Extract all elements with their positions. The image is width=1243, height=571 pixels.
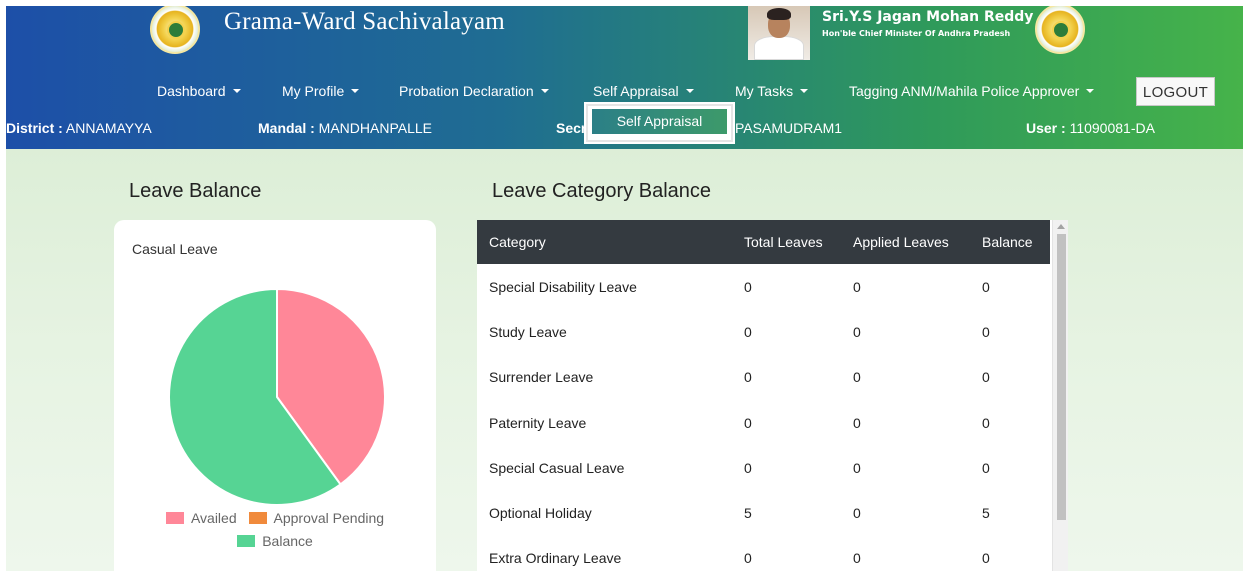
legend-swatch	[165, 512, 184, 524]
cell-total-leaves: 0	[744, 323, 752, 340]
cell-total-leaves: 0	[744, 278, 752, 295]
table-row: Paternity Leave 0 0 0	[477, 400, 1050, 445]
secretariat-info-label: Secr	[556, 120, 587, 136]
cell-category: Study Leave	[489, 323, 567, 340]
cell-balance: 0	[982, 414, 990, 431]
chevron-down-icon	[800, 89, 809, 93]
cm-photo	[748, 6, 810, 60]
table-row: Extra Ordinary Leave 0 0 0	[477, 536, 1050, 571]
cell-total-leaves: 0	[744, 459, 752, 476]
table-header-row: Category Total Leaves Applied Leaves Bal…	[477, 220, 1050, 264]
logout-button[interactable]: LOGOUT	[1136, 77, 1215, 106]
cell-balance: 0	[982, 550, 990, 567]
district-info: District : ANNAMAYYA	[6, 120, 152, 136]
card-title: Casual Leave	[132, 241, 218, 257]
cell-balance: 0	[982, 323, 990, 340]
cell-applied-leaves: 0	[853, 323, 861, 340]
cell-applied-leaves: 0	[853, 550, 861, 567]
cell-total-leaves: 0	[744, 550, 752, 567]
cell-total-leaves: 0	[744, 414, 752, 431]
legend-swatch	[237, 535, 256, 547]
scroll-thumb[interactable]	[1057, 234, 1066, 520]
cell-balance: 0	[982, 278, 990, 295]
leave-balance-title: Leave Balance	[129, 180, 262, 202]
cell-category: Special Disability Leave	[489, 278, 637, 295]
col-total-leaves: Total Leaves	[744, 234, 823, 250]
leave-category-title: Leave Category Balance	[492, 180, 712, 202]
col-balance: Balance	[982, 234, 1033, 250]
chevron-down-icon	[685, 89, 694, 93]
table-row: Special Casual Leave 0 0 0	[477, 445, 1050, 490]
table-row: Surrender Leave 0 0 0	[477, 355, 1050, 400]
page-frame: Grama-Ward Sachivalayam Sri.Y.S Jagan Mo…	[6, 6, 1243, 571]
cm-name: Sri.Y.S Jagan Mohan Reddy	[822, 9, 1034, 25]
nav-self-appraisal[interactable]: Self Appraisal	[593, 83, 694, 99]
cell-category: Paternity Leave	[489, 414, 587, 431]
cell-balance: 5	[982, 505, 990, 522]
cell-applied-leaves: 0	[853, 505, 861, 522]
self-appraisal-dropdown: Self Appraisal	[586, 104, 733, 142]
nav-my-tasks[interactable]: My Tasks	[735, 83, 809, 99]
chart-legend-row1: Availed Approval Pending	[114, 510, 436, 527]
chevron-down-icon	[232, 89, 241, 93]
leave-balance-card: Casual Leave Availed Approval Pending Ba…	[114, 220, 436, 571]
main-nav: Dashboard My Profile Probation Declarati…	[6, 79, 1243, 103]
leave-category-table: Category Total Leaves Applied Leaves Bal…	[477, 220, 1050, 571]
nav-probation-declaration[interactable]: Probation Declaration	[399, 83, 549, 99]
col-applied-leaves: Applied Leaves	[853, 234, 949, 250]
nav-my-profile[interactable]: My Profile	[282, 83, 360, 99]
col-category: Category	[489, 234, 546, 250]
cell-applied-leaves: 0	[853, 414, 861, 431]
chevron-down-icon	[1086, 89, 1095, 93]
cell-applied-leaves: 0	[853, 369, 861, 386]
legend-item-balance[interactable]: Balance	[237, 533, 313, 549]
chart-legend-row2: Balance	[114, 533, 436, 550]
ap-emblem-logo-right	[1035, 6, 1085, 54]
pie-chart	[168, 288, 386, 506]
cell-category: Optional Holiday	[489, 505, 592, 522]
table-row: Special Disability Leave 0 0 0	[477, 264, 1050, 309]
legend-item-availed[interactable]: Availed	[165, 510, 237, 526]
table-row: Study Leave 0 0 0	[477, 309, 1050, 354]
user-info: User : 11090081-DA	[1026, 120, 1155, 136]
table-row: Optional Holiday 5 0 5	[477, 490, 1050, 535]
app-title: Grama-Ward Sachivalayam	[224, 8, 505, 35]
chevron-down-icon	[351, 89, 360, 93]
table-scrollbar[interactable]	[1052, 220, 1068, 571]
legend-swatch	[248, 512, 267, 524]
cell-total-leaves: 0	[744, 369, 752, 386]
cell-total-leaves: 5	[744, 505, 752, 522]
ap-emblem-logo	[150, 6, 200, 54]
cell-balance: 0	[982, 459, 990, 476]
chevron-down-icon	[540, 89, 549, 93]
cell-category: Extra Ordinary Leave	[489, 550, 622, 567]
cm-title: Hon'ble Chief Minister Of Andhra Pradesh	[822, 29, 1011, 38]
nav-tagging-approver[interactable]: Tagging ANM/Mahila Police Approver	[849, 83, 1095, 99]
legend-item-approval-pending[interactable]: Approval Pending	[248, 510, 384, 526]
cell-applied-leaves: 0	[853, 278, 861, 295]
leave-category-table-container: Category Total Leaves Applied Leaves Bal…	[477, 220, 1068, 571]
cell-category: Special Casual Leave	[489, 459, 625, 476]
cell-category: Surrender Leave	[489, 369, 594, 386]
scroll-up-icon[interactable]	[1057, 224, 1065, 229]
dropdown-item-self-appraisal[interactable]: Self Appraisal	[592, 109, 727, 134]
secretariat-info-value: PASAMUDRAM1	[735, 120, 843, 136]
nav-dashboard[interactable]: Dashboard	[157, 83, 241, 99]
cell-applied-leaves: 0	[853, 459, 861, 476]
mandal-info: Mandal : MANDHANPALLE	[258, 120, 432, 136]
cell-balance: 0	[982, 369, 990, 386]
